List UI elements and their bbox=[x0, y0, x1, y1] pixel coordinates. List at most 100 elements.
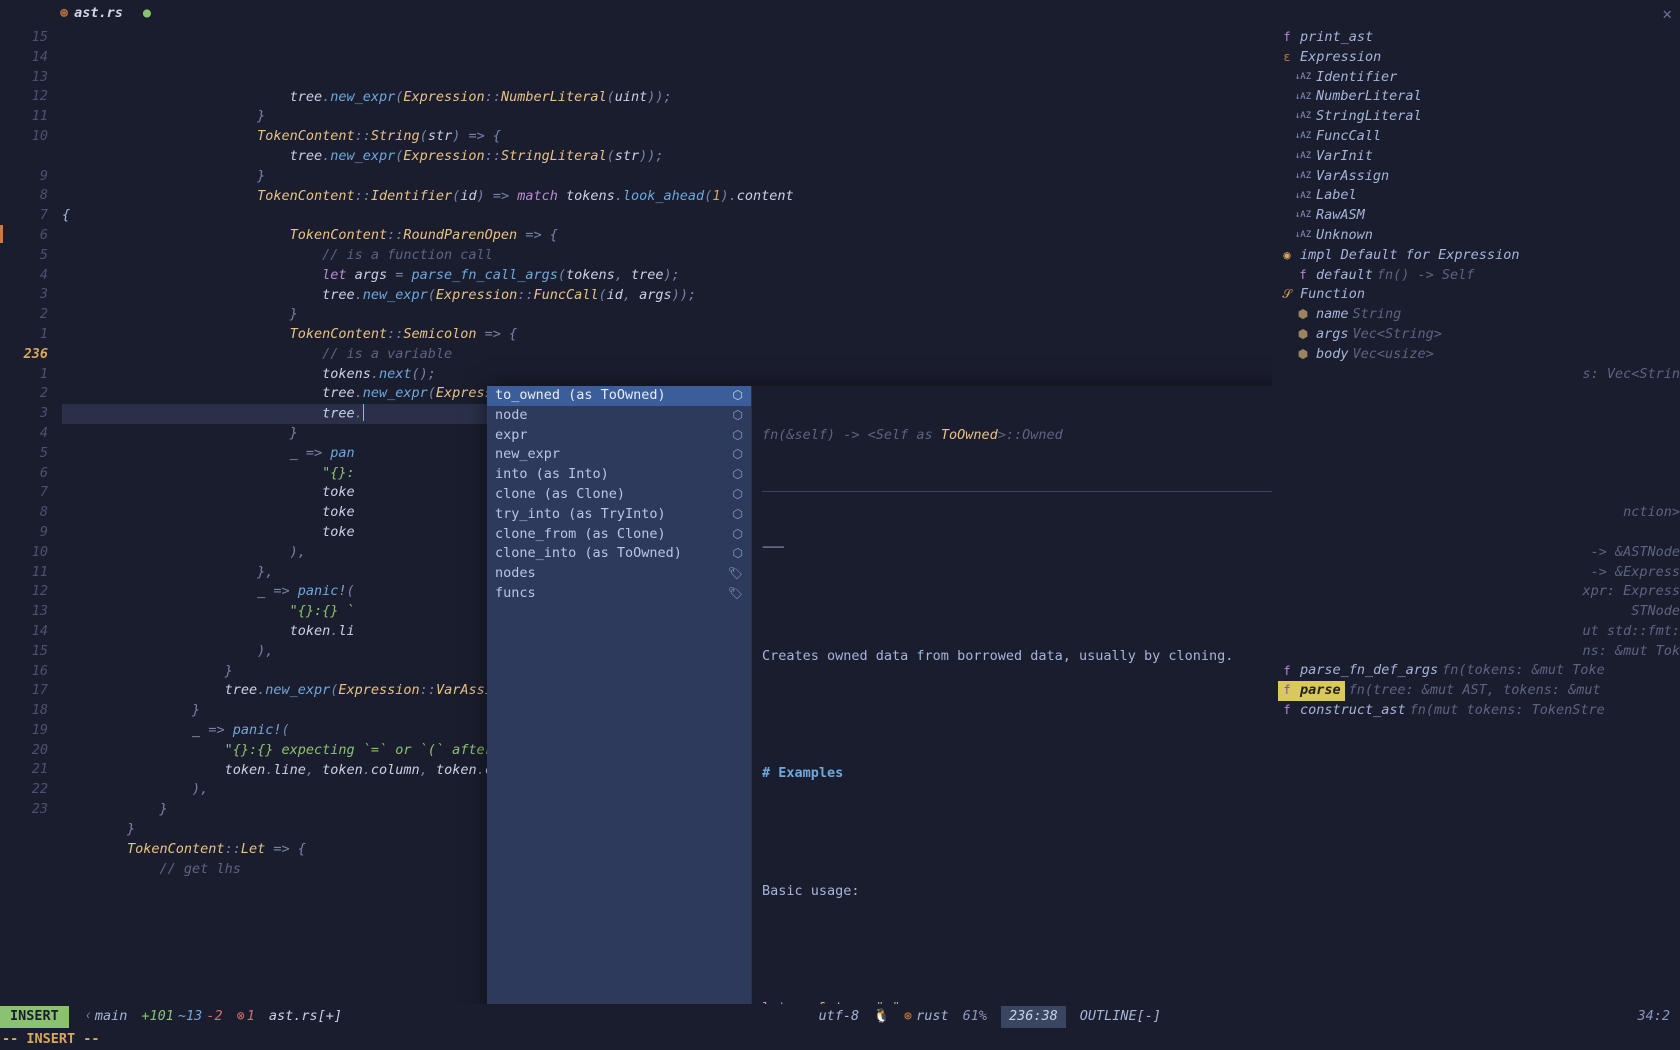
outline-item[interactable]: ↓AZLabel bbox=[1278, 186, 1680, 206]
outline-item[interactable]: ↓AZVarAssign bbox=[1278, 167, 1680, 187]
outline-item[interactable]: ↓AZVarInit bbox=[1278, 147, 1680, 167]
completion-item[interactable]: clone (as Clone)⬡ bbox=[487, 485, 751, 505]
code-line[interactable]: tokens.next(); bbox=[62, 365, 1272, 385]
code-line[interactable]: let args = parse_fn_call_args(tokens, tr… bbox=[62, 266, 1272, 286]
completion-item[interactable]: new_expr⬡ bbox=[487, 445, 751, 465]
modified-dot-icon: ● bbox=[143, 4, 151, 24]
outline-kind-icon: ↓AZ bbox=[1294, 190, 1312, 203]
outline-item[interactable]: ↓AZStringLiteral bbox=[1278, 107, 1680, 127]
line-number: 4 bbox=[0, 266, 48, 286]
outline-item[interactable]: fconstruct_ast fn(mut tokens: TokenStre bbox=[1278, 701, 1680, 721]
code-line[interactable]: } bbox=[62, 167, 1272, 187]
code-line[interactable]: tree.new_expr(Expression::NumberLiteral(… bbox=[62, 88, 1272, 108]
outline-item[interactable]: fparse_fn_def_args fn(tokens: &mut Toke bbox=[1278, 662, 1680, 682]
line-number bbox=[0, 147, 48, 167]
filetype-icon: ⊛ bbox=[904, 1007, 912, 1027]
code-line[interactable]: { bbox=[62, 206, 1272, 226]
line-number: 4 bbox=[0, 424, 48, 444]
completion-list[interactable]: to_owned (as ToOwned)⬡node⬡expr⬡new_expr… bbox=[487, 386, 751, 1004]
line-number: 1 bbox=[0, 325, 48, 345]
outline-kind-icon: ⬢ bbox=[1294, 326, 1312, 344]
git-branch: main bbox=[95, 1007, 128, 1027]
code-line[interactable]: TokenContent::Semicolon => { bbox=[62, 325, 1272, 345]
outline-item[interactable]: fprint_ast bbox=[1278, 28, 1680, 48]
scroll-percent: 61% bbox=[963, 1007, 987, 1027]
code-editor[interactable]: tree.new_expr(Expression::NumberLiteral(… bbox=[62, 28, 1272, 1004]
line-number: 20 bbox=[0, 741, 48, 761]
line-number: 2 bbox=[0, 384, 48, 404]
outline-item[interactable]: f parse fn(tree: &mut AST, tokens: &mut bbox=[1278, 681, 1680, 701]
outline-item[interactable]: ↓AZUnknown bbox=[1278, 226, 1680, 246]
line-number: 13 bbox=[0, 602, 48, 622]
outline-kind-icon: ⬢ bbox=[1294, 346, 1312, 364]
tab-ast-rs[interactable]: ⊛ ast.rs ● bbox=[60, 4, 151, 24]
code-line[interactable]: // is a function call bbox=[62, 246, 1272, 266]
line-number: 8 bbox=[0, 503, 48, 523]
line-number: 16 bbox=[0, 662, 48, 682]
completion-kind-icon: ⬡ bbox=[733, 545, 743, 563]
outline-item[interactable]: ⬢name String bbox=[1278, 305, 1680, 325]
documentation-panel: fn(&self) -> <Self as ToOwned>::Owned ⸺ … bbox=[751, 386, 1272, 1004]
completion-item[interactable]: clone_from (as Clone)⬡ bbox=[487, 525, 751, 545]
line-number: 6 bbox=[0, 226, 48, 246]
line-number: 17 bbox=[0, 681, 48, 701]
outline-item[interactable]: ◉impl Default for Expression bbox=[1278, 246, 1680, 266]
completion-item[interactable]: clone_into (as ToOwned)⬡ bbox=[487, 544, 751, 564]
code-line[interactable]: } bbox=[62, 305, 1272, 325]
code-line[interactable]: TokenContent::RoundParenOpen => { bbox=[62, 226, 1272, 246]
outline-item-fragment bbox=[1278, 404, 1680, 424]
outline-item-fragment bbox=[1278, 424, 1680, 444]
completion-item[interactable]: node⬡ bbox=[487, 406, 751, 426]
doc-usage: Basic usage: bbox=[762, 882, 1272, 902]
line-number: 21 bbox=[0, 760, 48, 780]
outline-item[interactable]: ⬢args Vec<String> bbox=[1278, 325, 1680, 345]
outline-item-fragment: nction> bbox=[1278, 503, 1680, 523]
completion-item[interactable]: nodes🏷 bbox=[487, 564, 751, 584]
completion-item[interactable]: try_into (as TryInto)⬡ bbox=[487, 505, 751, 525]
line-number: 11 bbox=[0, 107, 48, 127]
outline-item[interactable]: fdefault fn() -> Self bbox=[1278, 266, 1680, 286]
outline-item[interactable]: ↓AZFuncCall bbox=[1278, 127, 1680, 147]
mode-badge: INSERT bbox=[0, 1006, 69, 1028]
code-line[interactable]: tree.new_expr(Expression::FuncCall(id, a… bbox=[62, 286, 1272, 306]
tab-filename: ast.rs bbox=[74, 4, 123, 24]
code-line[interactable]: TokenContent::Identifier(id) => match to… bbox=[62, 187, 1272, 207]
line-number: 14 bbox=[0, 48, 48, 68]
outline-item-fragment: -> &Express bbox=[1278, 563, 1680, 583]
code-line[interactable]: // is a variable bbox=[62, 345, 1272, 365]
outline-item[interactable]: ⬢body Vec<usize> bbox=[1278, 345, 1680, 365]
outline-item-fragment: ns: &mut Tok bbox=[1278, 642, 1680, 662]
line-number: 12 bbox=[0, 87, 48, 107]
line-number: 11 bbox=[0, 563, 48, 583]
outline-kind-icon: ↓AZ bbox=[1294, 150, 1312, 163]
os-icon: 🐧 bbox=[873, 1007, 890, 1027]
status-bar: INSERT ᚲ main +101 ~13 -2 ⊗ 1 ast.rs[+] … bbox=[0, 1004, 1680, 1030]
code-line[interactable]: } bbox=[62, 107, 1272, 127]
outline-item[interactable]: ↓AZIdentifier bbox=[1278, 68, 1680, 88]
line-number: 9 bbox=[0, 523, 48, 543]
outline-item-fragment bbox=[1278, 483, 1680, 503]
outline-kind-icon: ◉ bbox=[1278, 247, 1296, 265]
outline-item[interactable]: εExpression bbox=[1278, 48, 1680, 68]
outline-title: OUTLINE[-] bbox=[1080, 1007, 1161, 1027]
line-number: 236 bbox=[0, 345, 48, 365]
completion-item[interactable]: expr⬡ bbox=[487, 426, 751, 446]
outline-kind-icon: ↓AZ bbox=[1294, 71, 1312, 84]
outline-item-fragment bbox=[1278, 444, 1680, 464]
outline-item[interactable]: ↓AZNumberLiteral bbox=[1278, 87, 1680, 107]
outline-kind-icon: f bbox=[1278, 29, 1296, 47]
tab-bar: ⊛ ast.rs ● ✕ bbox=[0, 0, 1680, 28]
line-number: 13 bbox=[0, 68, 48, 88]
close-icon[interactable]: ✕ bbox=[1662, 2, 1672, 26]
code-line[interactable]: TokenContent::String(str) => { bbox=[62, 127, 1272, 147]
outline-item[interactable]: 𝒮Function bbox=[1278, 285, 1680, 305]
outline-item[interactable]: ↓AZRawASM bbox=[1278, 206, 1680, 226]
completion-item[interactable]: into (as Into)⬡ bbox=[487, 465, 751, 485]
outline-panel[interactable]: fprint_astεExpression↓AZIdentifier↓AZNum… bbox=[1272, 28, 1680, 1004]
code-line[interactable]: tree.new_expr(Expression::StringLiteral(… bbox=[62, 147, 1272, 167]
outline-item-fragment: s: Vec<Strin bbox=[1278, 365, 1680, 385]
completion-item[interactable]: to_owned (as ToOwned)⬡ bbox=[487, 386, 751, 406]
completion-item[interactable]: funcs🏷 bbox=[487, 584, 751, 604]
line-number: 1 bbox=[0, 365, 48, 385]
mode-line: -- INSERT -- bbox=[0, 1030, 1680, 1050]
